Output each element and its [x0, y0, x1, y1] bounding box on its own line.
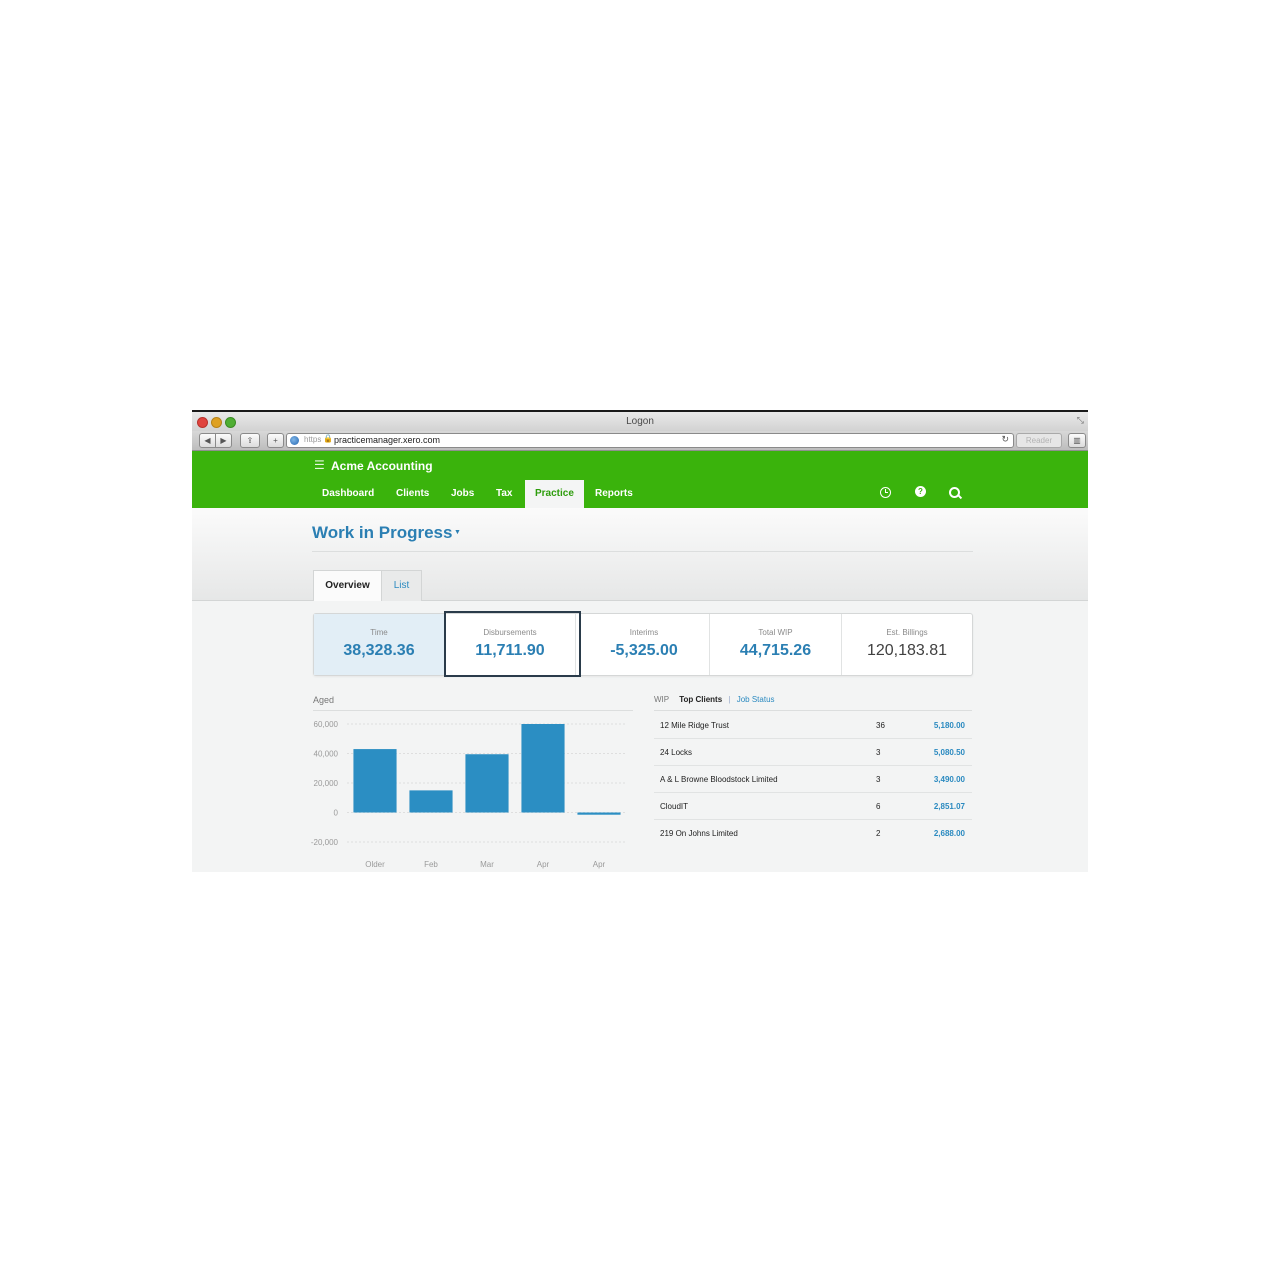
y-tick-label: 60,000 [314, 720, 339, 729]
top-clients-table: 12 Mile Ridge Trust 36 5,180.00 24 Locks… [654, 712, 972, 846]
table-row[interactable]: 24 Locks 3 5,080.50 [654, 739, 972, 766]
address-bar[interactable]: https 🔒 practicemanager.xero.com ↻ [286, 433, 1014, 448]
page-header: Work in Progress ▼ Overview List [192, 508, 1088, 601]
tab-job-status[interactable]: Job Status [737, 695, 775, 704]
forward-button[interactable]: ▶ [215, 433, 232, 448]
aged-bar-chart: 60,000 40,000 20,000 0 -20,000 Older Feb Mar Apr… [311, 720, 627, 869]
card-value: 11,711.90 [475, 642, 545, 659]
summary-card-time[interactable]: Time 38,328.36 [314, 614, 445, 675]
x-tick-label: Apr [537, 860, 550, 869]
client-name[interactable]: 219 On Johns Limited [660, 829, 738, 838]
x-tick-label: Mar [480, 860, 494, 869]
aged-chart-title: Aged [313, 695, 335, 705]
resize-icon[interactable]: ⤡ [1077, 415, 1084, 426]
bar [465, 754, 509, 813]
y-tick-label: 0 [334, 809, 339, 818]
tab-overview[interactable]: Overview [313, 570, 382, 601]
org-name[interactable]: Acme Accounting [331, 459, 433, 473]
bar [521, 724, 565, 813]
browser-toolbar: ◀ ▶ ⇪ + https 🔒 practicemanager.xero.com… [192, 431, 1088, 451]
client-name[interactable]: A & L Browne Bloodstock Limited [660, 775, 778, 784]
client-name[interactable]: CloudIT [660, 802, 688, 811]
table-row[interactable]: A & L Browne Bloodstock Limited 3 3,490.… [654, 766, 972, 793]
client-amount[interactable]: 5,080.50 [934, 748, 965, 757]
summary-card-total-wip[interactable]: Total WIP 44,715.26 [710, 614, 842, 675]
summary-card-est-billings[interactable]: Est. Billings 120,183.81 [842, 614, 972, 675]
nav-clients[interactable]: Clients [386, 480, 439, 508]
bookmarks-icon[interactable]: ▥ [1068, 433, 1086, 448]
url-text: practicemanager.xero.com [334, 435, 441, 445]
y-tick-label: 40,000 [314, 750, 339, 759]
add-bookmark-button[interactable]: + [267, 433, 284, 448]
app-header: ☰ Acme Accounting Dashboard Clients Jobs… [192, 451, 1088, 508]
table-row[interactable]: CloudIT 6 2,851.07 [654, 793, 972, 820]
page-title[interactable]: Work in Progress [312, 523, 452, 543]
clients-panel-tabs: WIP Top Clients | Job Status [654, 695, 775, 704]
divider [312, 551, 973, 552]
client-amount[interactable]: 5,180.00 [934, 721, 965, 730]
client-job-count: 3 [876, 775, 881, 784]
table-row[interactable]: 219 On Johns Limited 2 2,688.00 [654, 820, 972, 846]
card-label: Time [370, 628, 388, 637]
nav-tax[interactable]: Tax [486, 480, 523, 508]
client-amount[interactable]: 2,851.07 [934, 802, 965, 811]
wip-label: WIP [654, 695, 669, 704]
client-job-count: 2 [876, 829, 881, 838]
x-tick-label: Apr [593, 860, 606, 869]
card-label: Interims [629, 628, 659, 637]
divider [654, 710, 972, 711]
client-job-count: 36 [876, 721, 885, 730]
table-row[interactable]: 12 Mile Ridge Trust 36 5,180.00 [654, 712, 972, 739]
client-name[interactable]: 24 Locks [660, 748, 692, 757]
reload-icon[interactable]: ↻ [1001, 434, 1009, 445]
nav-practice[interactable]: Practice [525, 480, 584, 508]
browser-window: Logon ⤡ ◀ ▶ ⇪ + https 🔒 practicemanager.… [192, 410, 1088, 872]
menu-icon[interactable]: ☰ [314, 458, 325, 472]
tab-top-clients[interactable]: Top Clients [679, 695, 722, 704]
title-bar: Logon ⤡ [192, 412, 1088, 431]
summary-card-interims[interactable]: Interims -5,325.00 [579, 614, 710, 675]
client-amount[interactable]: 2,688.00 [934, 829, 965, 838]
chevron-down-icon[interactable]: ▼ [454, 529, 461, 536]
back-button[interactable]: ◀ [199, 433, 216, 448]
bar [577, 812, 621, 815]
client-job-count: 3 [876, 748, 881, 757]
tab-separator: | [728, 695, 731, 704]
client-name[interactable]: 12 Mile Ridge Trust [660, 721, 729, 730]
tab-list[interactable]: List [381, 570, 422, 601]
nav-reports[interactable]: Reports [585, 480, 643, 508]
card-value: -5,325.00 [610, 642, 678, 659]
bar [353, 749, 397, 813]
card-label: Est. Billings [886, 628, 928, 637]
nav-dashboard[interactable]: Dashboard [312, 480, 384, 508]
globe-icon [290, 436, 299, 445]
card-value: 38,328.36 [343, 642, 415, 659]
search-icon[interactable] [949, 487, 960, 498]
reader-button[interactable]: Reader [1016, 433, 1062, 448]
share-button[interactable]: ⇪ [240, 433, 260, 448]
client-job-count: 6 [876, 802, 881, 811]
card-label: Total WIP [758, 628, 793, 637]
clock-icon[interactable] [880, 487, 891, 498]
help-icon[interactable]: ? [915, 486, 926, 497]
summary-cards: Time 38,328.36 Disbursements 11,711.90 I… [313, 613, 973, 676]
divider [313, 710, 633, 711]
card-label: Disbursements [483, 628, 537, 637]
summary-card-disbursements[interactable]: Disbursements 11,711.90 [445, 614, 576, 675]
lock-icon: 🔒 [323, 434, 333, 443]
card-value: 120,183.81 [866, 642, 948, 659]
client-amount[interactable]: 3,490.00 [934, 775, 965, 784]
url-scheme: https [304, 435, 322, 444]
card-value: 44,715.26 [739, 642, 812, 659]
window-title: Logon [626, 416, 654, 427]
bar [409, 790, 453, 813]
y-tick-label: 20,000 [314, 779, 339, 788]
x-tick-label: Feb [424, 860, 438, 869]
nav-jobs[interactable]: Jobs [441, 480, 484, 508]
y-tick-label: -20,000 [311, 838, 339, 847]
x-tick-label: Older [365, 860, 385, 869]
